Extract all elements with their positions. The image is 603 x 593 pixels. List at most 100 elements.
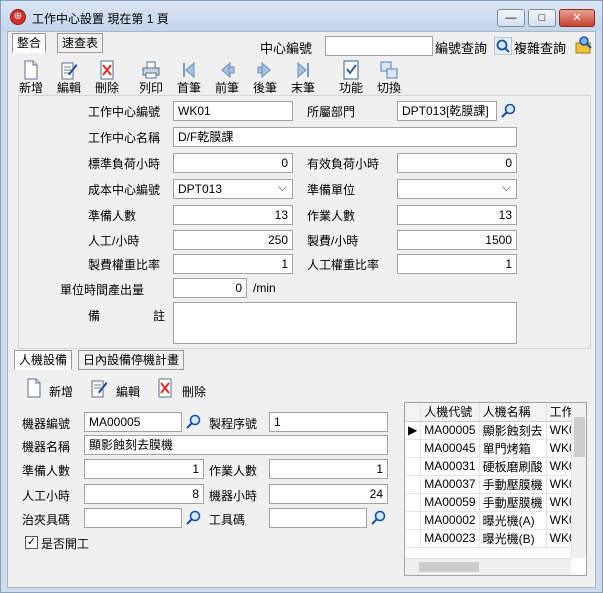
window-title: 工作中心設置 現在第 1 頁 bbox=[32, 12, 169, 26]
last-icon bbox=[297, 61, 309, 79]
current-row-indicator: ▶ bbox=[405, 421, 422, 440]
eff-load-hours-field[interactable]: 0 bbox=[397, 153, 517, 173]
center-code-search-label: 中心編號 bbox=[260, 41, 313, 56]
complex-query-button[interactable]: 複雜查詢 bbox=[514, 38, 566, 57]
center-name-label: 工作中心名稱 bbox=[88, 131, 161, 145]
unit-output-label: 單位時間產出量 bbox=[60, 283, 145, 297]
cost-weight-field[interactable]: 1 bbox=[173, 254, 293, 274]
minimize-button[interactable]: — bbox=[497, 9, 525, 27]
toolbar-new-button[interactable]: 新增 bbox=[12, 60, 50, 98]
table-row[interactable]: MA00023 曝光機(B) WK01 bbox=[405, 529, 586, 548]
column-header[interactable]: 人機名稱 bbox=[479, 403, 547, 422]
print-icon bbox=[142, 61, 160, 79]
toolbar-switch-button[interactable]: 切換 bbox=[370, 60, 408, 98]
table-cell: 曝光機(B) bbox=[479, 529, 547, 548]
client-area: 整合 速查表 中心編號 編號查詢 複雜查詢 新增 編輯 刪除 列印 首筆 前筆 … bbox=[7, 31, 596, 588]
sub-delete-button[interactable]: 刪除 bbox=[156, 378, 216, 400]
tab-integrated[interactable]: 整合 bbox=[12, 33, 47, 53]
table-cell: 手動壓膜機 bbox=[479, 475, 547, 494]
table-row[interactable]: MA00002 曝光機(A) WK01 bbox=[405, 511, 586, 530]
column-header[interactable]: 人機代號 bbox=[420, 403, 480, 422]
tab-downtime-plan[interactable]: 日內設備停機計畫 bbox=[78, 350, 185, 370]
row-indicator bbox=[405, 493, 422, 512]
machine-hours-field[interactable]: 24 bbox=[269, 484, 388, 504]
edit-icon bbox=[61, 62, 78, 80]
eff-load-hours-label: 有效負荷小時 bbox=[307, 157, 380, 171]
tool-code-field[interactable] bbox=[269, 508, 367, 528]
is-open-checkbox[interactable]: ✓ bbox=[25, 536, 38, 549]
machine-name-field[interactable]: 顯影蝕刻去膜機 bbox=[84, 435, 388, 455]
table-row[interactable]: MA00059 手動壓膜機 WK01 bbox=[405, 493, 586, 512]
sub-edit-button[interactable]: 編輯 bbox=[90, 378, 150, 400]
advanced-search-icon[interactable] bbox=[573, 35, 593, 55]
table-row[interactable]: MA00037 手動壓膜機 WK01 bbox=[405, 475, 586, 494]
cost-per-hour-field[interactable]: 1500 bbox=[397, 230, 517, 250]
function-icon bbox=[343, 60, 359, 80]
machine-work-people-field[interactable]: 1 bbox=[269, 459, 388, 479]
main-window: ⊕ 工作中心設置 現在第 1 頁 — □ ✕ 整合 速查表 中心編號 編號查詢 … bbox=[0, 0, 603, 593]
scroll-thumb[interactable] bbox=[419, 562, 479, 572]
tab-quick-lookup[interactable]: 速查表 bbox=[57, 33, 104, 53]
machine-grid: 人機代號 人機名稱 工作中 ▶ MA00005 顯影蝕刻去 WK01 MA00045 單… bbox=[404, 402, 587, 576]
labor-weight-field[interactable]: 1 bbox=[397, 254, 517, 274]
cost-center-select[interactable]: DPT013 bbox=[173, 179, 293, 199]
machine-prep-people-field[interactable]: 1 bbox=[84, 459, 204, 479]
tool-code-label: 工具碼 bbox=[209, 513, 246, 527]
machine-code-field[interactable]: MA00005 bbox=[84, 412, 182, 432]
toolbar-prev-button[interactable]: 前筆 bbox=[208, 60, 246, 98]
prep-unit-select[interactable] bbox=[397, 179, 517, 199]
table-cell: MA00023 bbox=[420, 529, 480, 548]
work-people-label: 作業人數 bbox=[307, 209, 356, 223]
maximize-button[interactable]: □ bbox=[528, 9, 556, 27]
table-cell: MA00037 bbox=[420, 475, 480, 494]
tab-man-machine[interactable]: 人機設備 bbox=[14, 350, 73, 370]
first-icon bbox=[183, 61, 195, 79]
labor-per-hour-field[interactable]: 250 bbox=[173, 230, 293, 250]
remarks-field[interactable] bbox=[173, 302, 517, 344]
toolbar-print-button[interactable]: 列印 bbox=[132, 60, 170, 98]
table-row[interactable]: MA00031 硬板磨刷酸 WK01 bbox=[405, 457, 586, 476]
table-row[interactable]: ▶ MA00005 顯影蝕刻去 WK01 bbox=[405, 421, 586, 440]
grid-horizontal-scrollbar[interactable] bbox=[405, 558, 571, 575]
row-indicator bbox=[405, 529, 422, 548]
prep-people-field[interactable]: 13 bbox=[173, 205, 293, 225]
sub-new-button[interactable]: 新增 bbox=[25, 378, 85, 400]
fixture-code-field[interactable] bbox=[84, 508, 182, 528]
fixture-lookup-icon[interactable] bbox=[184, 509, 202, 527]
tool-lookup-icon[interactable] bbox=[369, 509, 387, 527]
center-name-field[interactable]: D/F乾膜課 bbox=[173, 127, 517, 147]
toolbar-first-button[interactable]: 首筆 bbox=[170, 60, 208, 98]
app-icon: ⊕ bbox=[10, 9, 26, 25]
department-lookup-icon[interactable] bbox=[499, 102, 517, 120]
table-cell: MA00005 bbox=[420, 421, 480, 440]
center-code-field[interactable]: WK01 bbox=[173, 101, 293, 121]
process-seq-field[interactable]: 1 bbox=[269, 412, 388, 432]
labor-per-hour-label: 人工/小時 bbox=[88, 234, 140, 248]
table-row[interactable]: MA00045 單門烤箱 WK01 bbox=[405, 439, 586, 458]
toolbar-function-button[interactable]: 功能 bbox=[332, 60, 370, 98]
unit-output-field[interactable]: 0 bbox=[173, 278, 247, 298]
labor-hours-field[interactable]: 8 bbox=[84, 484, 204, 504]
work-people-field[interactable]: 13 bbox=[397, 205, 517, 225]
toolbar-delete-button[interactable]: 刪除 bbox=[88, 60, 126, 98]
magnifier-icon[interactable] bbox=[494, 37, 512, 55]
department-field[interactable]: DPT013[乾膜課] bbox=[397, 101, 497, 121]
toolbar-next-button[interactable]: 後筆 bbox=[246, 60, 284, 98]
table-cell: 顯影蝕刻去 bbox=[479, 421, 547, 440]
process-seq-label: 製程序號 bbox=[209, 417, 258, 431]
remarks-label-b: 註 bbox=[153, 309, 166, 323]
toolbar-last-button[interactable]: 末筆 bbox=[284, 60, 322, 98]
toolbar-edit-button[interactable]: 編輯 bbox=[50, 60, 88, 98]
grid-vertical-scrollbar[interactable] bbox=[571, 403, 586, 558]
machine-name-label: 機器名稱 bbox=[22, 440, 71, 454]
std-load-hours-label: 標準負荷小時 bbox=[88, 157, 161, 171]
close-button[interactable]: ✕ bbox=[559, 9, 595, 27]
machine-lookup-icon[interactable] bbox=[184, 413, 202, 431]
table-cell: MA00031 bbox=[420, 457, 480, 476]
delete-icon bbox=[158, 378, 172, 398]
std-load-hours-field[interactable]: 0 bbox=[173, 153, 293, 173]
table-cell: MA00059 bbox=[420, 493, 480, 512]
center-code-search-input[interactable] bbox=[325, 36, 433, 56]
code-query-button[interactable]: 編號查詢 bbox=[435, 38, 487, 57]
scroll-thumb[interactable] bbox=[574, 417, 585, 457]
